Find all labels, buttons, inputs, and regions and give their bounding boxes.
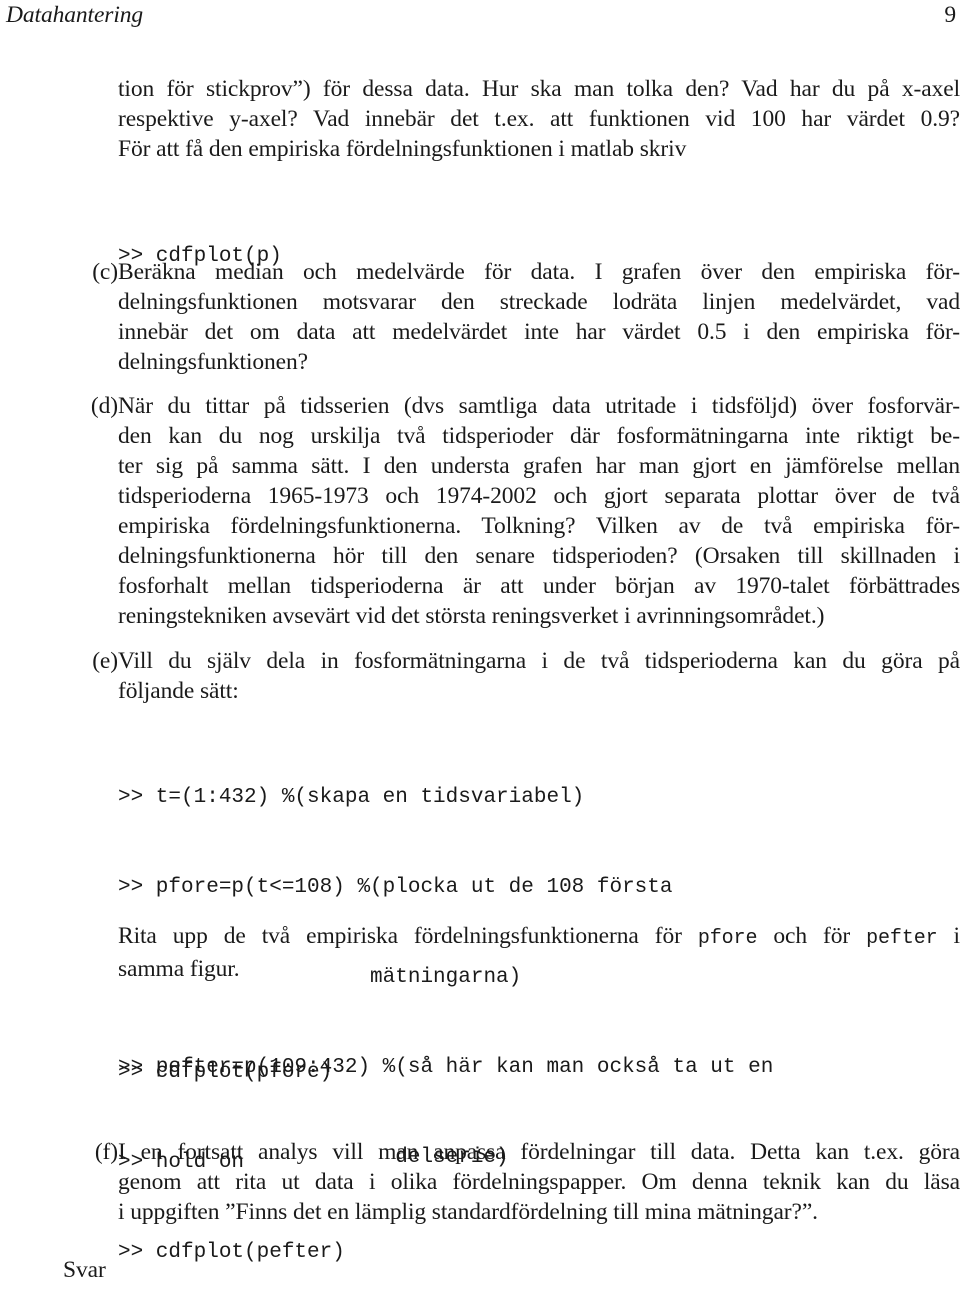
text-line: I en fortsatt analys vill man anpassa fö… (118, 1139, 960, 1165)
text-line: i uppgiften ”Finns det en lämplig standa… (118, 1199, 818, 1225)
text-line: delningsfunktionerna hör till den senare… (118, 543, 960, 569)
text-line: reningstekniken avsevärt vid det största… (118, 603, 825, 629)
list-item-c: (c) Beräkna median och medelvärde för da… (60, 257, 960, 381)
instruction-text: och för (757, 923, 867, 949)
item-body: Vill du själv dela in fosformätningarna … (118, 646, 960, 706)
answer-heading: Svar (63, 1257, 106, 1283)
code-line: >> pfore=p(t<=108) %(plocka ut de 108 fö… (118, 876, 673, 899)
text-line: Vill du själv dela in fosformätningarna … (118, 648, 960, 674)
text-line: empiriska fördelningsfunktionerna. Tolkn… (118, 513, 960, 539)
inline-code-pefter: pefter (866, 927, 938, 950)
item-body: I en fortsatt analys vill man anpassa fö… (118, 1137, 960, 1227)
text-line: följande sätt: (118, 678, 239, 704)
instruction-text: i (937, 923, 960, 949)
item-label: (f) (94, 1139, 118, 1165)
instruction-paragraph: Rita upp de två empiriska fördelningsfun… (118, 921, 960, 984)
item-label: (d) (90, 393, 118, 419)
code-line: >> cdfplot(pefter) (118, 1241, 345, 1264)
item-body: Beräkna median och medelvärde för data. … (118, 257, 960, 377)
text-line: fosforhalt mellan tidsperioderna är att … (118, 573, 960, 599)
text-line: den kan du nog urskilja två tidsperioder… (118, 423, 960, 449)
code-line: >> t=(1:432) %(skapa en tidsvariabel) (118, 786, 585, 809)
text-line: Beräkna median och medelvärde för data. … (118, 259, 960, 285)
text-line: respektive y-axel? Vad innebär det t.ex.… (118, 106, 960, 132)
item-label: (c) (92, 259, 118, 285)
page-header: Datahantering 9 (6, 0, 956, 30)
text-line: tidsperioderna 1965-1973 och 1974-2002 o… (118, 483, 960, 509)
text-line: När du tittar på tidsserien (dvs samtlig… (118, 393, 960, 419)
text-line: ter sig på samma sätt. I den understa gr… (118, 453, 960, 479)
instruction-text: Rita upp de två empiriska fördelningsfun… (118, 923, 698, 949)
item-body: När du tittar på tidsserien (dvs samtlig… (118, 391, 960, 631)
page-number: 9 (944, 2, 956, 28)
text-line: För att få den empiriska fördelningsfunk… (118, 136, 687, 162)
intro-paragraph: tion för stickprov”) för dessa data. Hur… (118, 74, 960, 164)
text-line: tion för stickprov”) för dessa data. Hur… (118, 76, 960, 102)
item-label: (e) (92, 648, 118, 674)
text-line: samma figur. (118, 956, 240, 982)
text-line: genom att rita ut data i olika fördelnin… (118, 1169, 960, 1195)
running-header-title: Datahantering (6, 2, 144, 28)
inline-code-pfore: pfore (697, 927, 758, 950)
code-line: >> cdfplot(pfore) (118, 1061, 333, 1084)
text-line: delningsfunktionen? (118, 349, 308, 375)
text-line: Rita upp de två empiriska fördelningsfun… (118, 921, 960, 954)
list-item-f: (f) I en fortsatt analys vill man anpass… (60, 1137, 960, 1231)
text-line: innebär det om data att medelvärdet inte… (118, 319, 960, 345)
text-line: delningsfunktionen motsvarar den strecka… (118, 289, 960, 315)
list-item-d: (d) När du tittar på tidsserien (dvs sam… (60, 391, 960, 636)
list-item-e: (e) Vill du själv dela in fosformätninga… (60, 646, 960, 710)
